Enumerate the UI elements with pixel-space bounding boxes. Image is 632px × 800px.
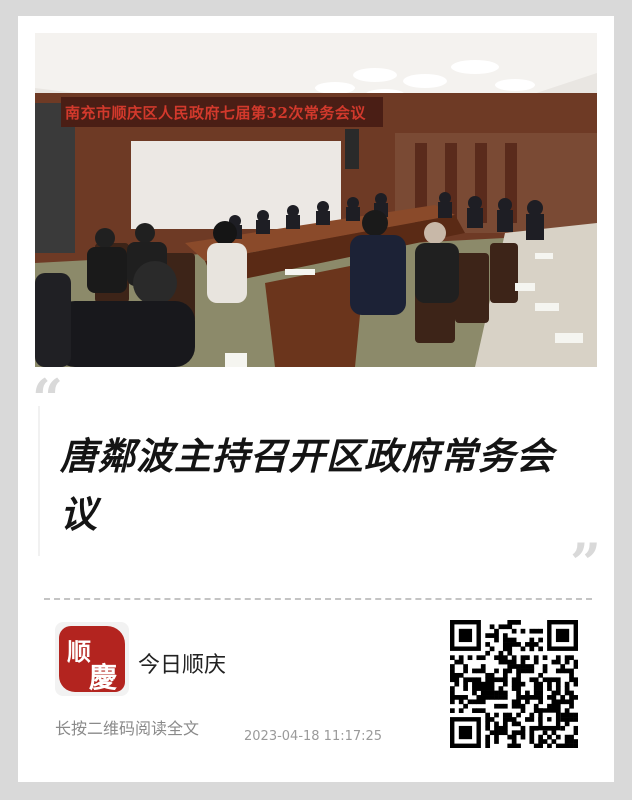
dashed-divider [44, 598, 592, 600]
logo-seal: 顺 慶 [59, 626, 125, 694]
quote-bar [38, 406, 40, 556]
timestamp: 2023-04-18 11:17:25 [244, 729, 383, 744]
article-title[interactable]: 唐鄰波主持召开区政府常务会议 [60, 428, 580, 544]
qr-code-icon[interactable] [450, 620, 579, 749]
meeting-photo: 南充市顺庆区人民政府七届第32次常务会议 [35, 33, 597, 367]
logo-char-1: 顺 [67, 637, 91, 666]
close-quote-mark: ” [570, 531, 602, 595]
share-card: 南充市顺庆区人民政府七届第32次常务会议 “ 唐鄰波主持召开区政府常务会议 ” … [18, 16, 614, 782]
meeting-banner-text: 南充市顺庆区人民政府七届第32次常务会议 [65, 104, 366, 122]
long-press-hint: 长按二维码阅读全文 [55, 719, 200, 738]
open-quote-mark: “ [32, 367, 64, 431]
logo-char-2: 慶 [89, 661, 118, 694]
account-name[interactable]: 今日顺庆 [138, 647, 226, 679]
account-logo-icon[interactable]: 顺 慶 [55, 622, 129, 696]
